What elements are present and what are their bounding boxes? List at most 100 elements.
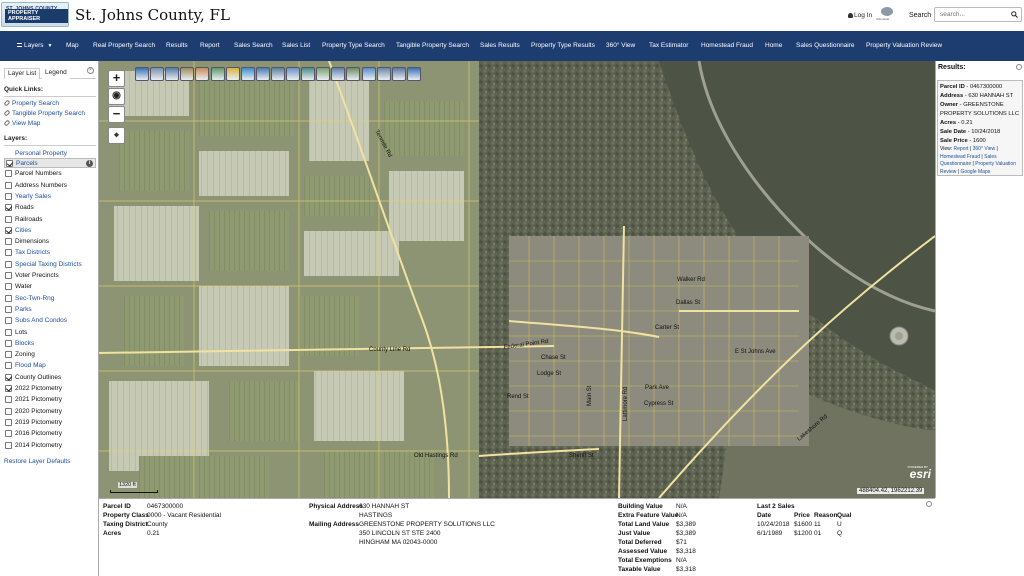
layer-checkbox[interactable]	[5, 283, 12, 291]
map-tool-19-icon[interactable]	[406, 67, 421, 81]
map-tool-14-icon[interactable]	[331, 67, 346, 81]
layer-checkbox[interactable]	[5, 170, 12, 178]
layer-checkbox[interactable]	[5, 339, 12, 347]
layer-checkbox[interactable]	[5, 226, 12, 234]
layer-checkbox[interactable]	[5, 430, 12, 438]
schneider-logo[interactable]: Schneider	[876, 7, 898, 22]
quick-link-property-search[interactable]: Property Search	[3, 99, 59, 107]
nav-tangible-property-search[interactable]: Tangible Property Search	[396, 42, 469, 49]
login-link[interactable]: Log In	[848, 12, 872, 19]
layer-checkbox[interactable]	[5, 317, 12, 325]
info-icon[interactable]: i	[86, 160, 93, 167]
quick-link-tangible-property-search[interactable]: Tangible Property Search	[3, 109, 85, 117]
layer-water[interactable]: Water	[4, 282, 96, 292]
result-link-google-maps[interactable]: Google Maps	[960, 169, 990, 175]
restore-layer-defaults-link[interactable]: Restore Layer Defaults	[4, 458, 70, 465]
map-tool-12-icon[interactable]	[301, 67, 316, 81]
layer-voter-precincts[interactable]: Voter Precincts	[4, 271, 96, 281]
map-tool-3-icon[interactable]	[165, 67, 180, 81]
layer-county-outlines[interactable]: County Outlines	[4, 373, 96, 383]
map-tool-8-icon[interactable]	[240, 67, 255, 81]
nav-homestead-fraud[interactable]: Homestead Fraud	[701, 42, 753, 49]
layer-cities[interactable]: Cities	[4, 226, 96, 236]
map-tool-16-icon[interactable]	[361, 67, 376, 81]
nav-sales-results[interactable]: Sales Results	[480, 42, 520, 49]
result-card[interactable]: Parcel ID - 0467300000 Address - 630 HAN…	[937, 80, 1023, 176]
nav-360-view[interactable]: 360° View	[606, 42, 635, 49]
layer-zoning[interactable]: Zoning	[4, 350, 96, 360]
nav-map[interactable]: Map	[66, 42, 79, 49]
nav-sales-search[interactable]: Sales Search	[234, 42, 273, 49]
map-tool-11-icon[interactable]	[286, 67, 300, 81]
result-link-360[interactable]: 360°	[973, 146, 983, 152]
layer-checkbox[interactable]	[6, 160, 13, 167]
tab-layer-list[interactable]: Layer List	[4, 68, 41, 79]
property-appraiser-logo[interactable]: ST. JOHNS COUNTY PROPERTY APPRAISER	[1, 2, 69, 27]
layer-parks[interactable]: Parks	[4, 305, 96, 315]
layer-checkbox[interactable]	[5, 249, 12, 257]
quick-link-view-map[interactable]: View Map	[3, 119, 40, 127]
layer-checkbox[interactable]	[5, 362, 12, 370]
layer-2022-pictometry[interactable]: 2022 Pictometry	[4, 384, 96, 394]
layer-checkbox[interactable]	[5, 305, 12, 313]
layer-2016-pictometry[interactable]: 2016 Pictometry	[4, 429, 96, 439]
layer-checkbox[interactable]	[5, 373, 12, 381]
map-tool-6-icon[interactable]	[210, 67, 225, 81]
layer-checkbox[interactable]	[5, 192, 12, 200]
nav-tax-estimator[interactable]: Tax Estimator	[649, 42, 688, 49]
layer-2019-pictometry[interactable]: 2019 Pictometry	[4, 418, 96, 428]
nav-property-valuation-review[interactable]: Property Valuation Review	[866, 42, 942, 49]
layer-checkbox[interactable]	[5, 204, 12, 212]
map-tool-18-icon[interactable]	[391, 67, 406, 81]
layer-blocks[interactable]: Blocks	[4, 339, 96, 349]
map-tool-7-icon[interactable]	[225, 67, 240, 81]
result-link-homestead-fraud[interactable]: Homestead Fraud	[940, 154, 980, 160]
search-input[interactable]	[940, 9, 1010, 20]
zoom-in-button[interactable]: +	[108, 70, 125, 87]
map-tool-9-icon[interactable]	[255, 67, 270, 81]
layer-special-taxing-districts[interactable]: Special Taxing Districts	[4, 260, 96, 270]
result-link-report[interactable]: Report	[954, 146, 969, 152]
nav-property-type-results[interactable]: Property Type Results	[531, 42, 595, 49]
layer-checkbox[interactable]	[5, 385, 12, 392]
map-tool-1-icon[interactable]	[135, 67, 149, 81]
nav-real-property-search[interactable]: Real Property Search	[93, 42, 155, 49]
search-icon[interactable]	[1011, 11, 1018, 18]
map-tool-17-icon[interactable]	[376, 67, 391, 81]
layer-flood-map[interactable]: Flood Map	[4, 361, 96, 371]
personal-property-link[interactable]: Personal Property	[15, 150, 67, 157]
layer-yearly-sales[interactable]: Yearly Sales	[4, 192, 96, 202]
layer-lots[interactable]: Lots	[4, 328, 96, 338]
close-icon[interactable]	[926, 501, 932, 507]
locate-button[interactable]: ⌖	[108, 127, 125, 144]
zoom-out-button[interactable]: −	[108, 106, 125, 123]
layer-checkbox[interactable]	[5, 294, 12, 302]
close-icon[interactable]	[1016, 64, 1022, 70]
layer-checkbox[interactable]	[5, 328, 12, 336]
close-icon[interactable]: ×	[87, 67, 94, 74]
map-tool-4-icon[interactable]	[180, 67, 195, 81]
tab-legend[interactable]: Legend	[42, 68, 70, 79]
nav-layers[interactable]: Layers ▼	[17, 42, 52, 49]
layer-2014-pictometry[interactable]: 2014 Pictometry	[4, 441, 96, 451]
layer-checkbox[interactable]	[5, 396, 12, 404]
layer-roads[interactable]: Roads	[4, 203, 96, 213]
layer-address-numbers[interactable]: Address Numbers	[4, 181, 96, 191]
map-tool-15-icon[interactable]	[346, 67, 361, 81]
map-tool-10-icon[interactable]	[270, 67, 285, 81]
nav-property-type-search[interactable]: Property Type Search	[322, 42, 385, 49]
map-tool-2-icon[interactable]	[150, 67, 165, 81]
layer-checkbox[interactable]	[5, 441, 12, 449]
layer-checkbox[interactable]	[5, 418, 12, 426]
layer-sec-twn-rng[interactable]: Sec-Twn-Rng	[4, 294, 96, 304]
layer-checkbox[interactable]	[5, 260, 12, 268]
layer-2021-pictometry[interactable]: 2021 Pictometry	[4, 395, 96, 405]
layer-checkbox[interactable]	[5, 351, 12, 359]
layer-subs-and-condos[interactable]: Subs And Condos	[4, 316, 96, 326]
nav-home[interactable]: Home	[765, 42, 782, 49]
map-tool-13-icon[interactable]	[316, 67, 331, 81]
nav-sales-questionnaire[interactable]: Sales Questionnaire	[796, 42, 855, 49]
layer-dimensions[interactable]: Dimensions	[4, 237, 96, 247]
map-tool-5-icon[interactable]	[195, 67, 210, 81]
layer-checkbox[interactable]	[5, 181, 12, 189]
